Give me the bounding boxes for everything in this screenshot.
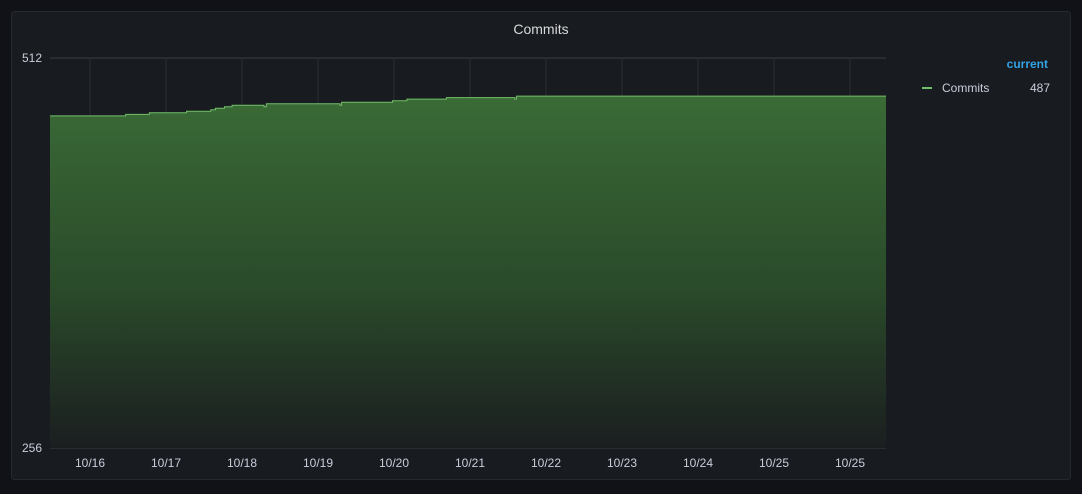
- x-tick-label: 10/20: [379, 456, 409, 470]
- area-layer: [50, 95, 886, 448]
- x-tick-label: 10/25: [759, 456, 789, 470]
- x-tick-label: 10/24: [683, 456, 713, 470]
- x-tick-label: 10/23: [607, 456, 637, 470]
- x-tick-label: 10/16: [75, 456, 105, 470]
- series-area-commits: [50, 96, 886, 448]
- x-tick-label: 10/25: [835, 456, 865, 470]
- x-tick-label: 10/17: [151, 456, 181, 470]
- chart-svg: 512 256 10/16 10/17 10/18 10/19 10/20 10/21 10/2…: [22, 51, 886, 470]
- x-tick-label: 10/22: [531, 456, 561, 470]
- x-tick-label: 10/18: [227, 456, 257, 470]
- y-tick-label: 512: [22, 51, 42, 65]
- y-tick-label: 256: [22, 441, 42, 455]
- x-tick-label: 10/19: [303, 456, 333, 470]
- x-tick-label: 10/21: [455, 456, 485, 470]
